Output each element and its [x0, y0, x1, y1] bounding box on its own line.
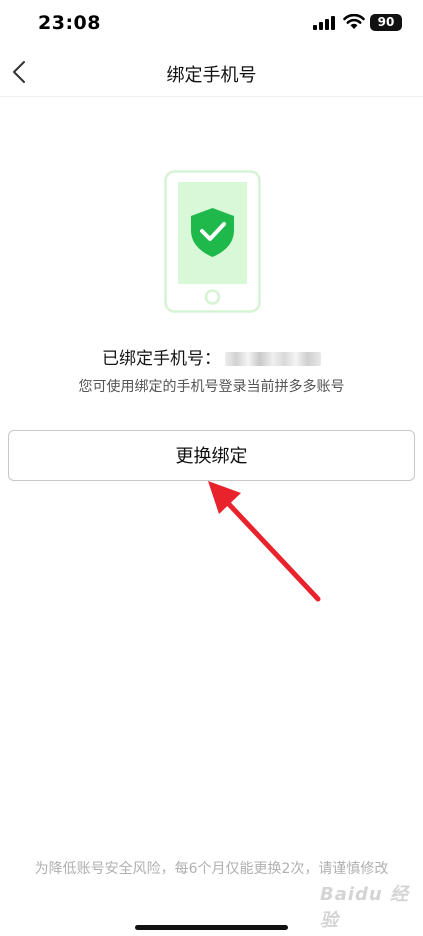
change-binding-button[interactable]: 更换绑定: [8, 430, 415, 481]
status-bar: 23:08 90: [0, 0, 423, 48]
status-time: 23:08: [38, 12, 101, 34]
nav-bar: 绑定手机号: [0, 48, 423, 97]
phone-shield-illustration: [164, 170, 261, 313]
bound-phone-label: 已绑定手机号：: [102, 349, 221, 369]
masked-phone-number: [225, 352, 321, 366]
home-indicator[interactable]: [135, 925, 288, 930]
watermark-logo: Baidu 经验: [320, 884, 410, 931]
cellular-signal-icon: [313, 16, 335, 30]
red-arrow-annotation: [208, 481, 321, 602]
footer-notice: 为降低账号安全风险，每6个月仅能更换2次，请谨慎修改: [34, 861, 389, 877]
battery-icon: 90: [370, 14, 402, 31]
login-hint-text: 您可使用绑定的手机号登录当前拼多多账号: [78, 379, 345, 395]
battery-level: 90: [377, 15, 395, 29]
page-title: 绑定手机号: [166, 65, 257, 86]
wifi-icon: [343, 14, 365, 29]
bound-phone-row: 已绑定手机号：: [0, 344, 423, 369]
